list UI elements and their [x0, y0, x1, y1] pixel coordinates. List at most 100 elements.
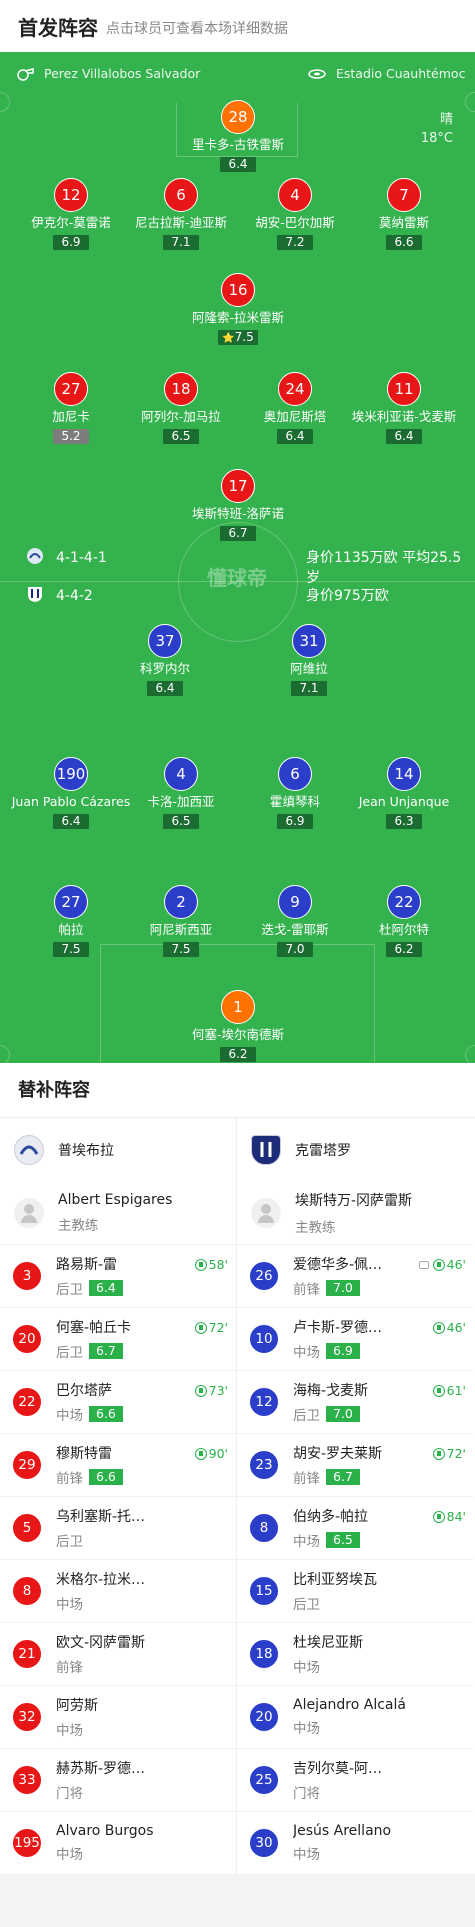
bench-player-rating: 6.6: [89, 1469, 123, 1485]
bench-player-name: Alvaro Burgos: [56, 1823, 154, 1839]
player-name: Jean Unjanque: [358, 794, 450, 809]
bench-player-number: 23: [249, 1450, 279, 1480]
bench-player-row[interactable]: 10 卢卡斯-罗德… 中场 6.9 46': [237, 1307, 474, 1370]
home-player[interactable]: 12 伊克尔-莫雷诺 6.9: [11, 178, 131, 250]
away-team-logo-icon: [251, 1135, 281, 1165]
sub-in-icon: [194, 1447, 207, 1460]
player-number-badge: 18: [164, 372, 198, 406]
away-player[interactable]: 2 阿尼斯西亚 7.5: [121, 885, 241, 957]
bench-player-rating: 6.7: [326, 1469, 360, 1485]
bench-player-name: 阿劳斯: [56, 1698, 98, 1714]
home-player[interactable]: 27 加尼卡 5.2: [11, 372, 131, 444]
bench-player-row[interactable]: 23 胡安-罗夫莱斯 前锋 6.7 72': [237, 1433, 474, 1496]
bench-player-row[interactable]: 21 欧文-冈萨雷斯 前锋: [0, 1622, 236, 1685]
bench-player-row[interactable]: 12 海梅-戈麦斯 后卫 7.0 61': [237, 1370, 474, 1433]
bench-player-meta: 中场 6.6: [56, 1404, 176, 1424]
player-number-badge: 31: [292, 624, 326, 658]
home-player[interactable]: 17 埃斯特班-洛萨诺 6.7: [178, 469, 298, 541]
player-name: 卡洛-加西亚: [147, 794, 215, 809]
player-name: 里卡多-古铁雷斯: [191, 137, 284, 152]
home-player[interactable]: 7 莫纳雷斯 6.6: [344, 178, 464, 250]
player-rating-value: 7.5: [234, 330, 254, 344]
bench-sub-minute: 46': [446, 1257, 466, 1272]
bench-player-row[interactable]: 22 巴尔塔萨 中场 6.6 73': [0, 1370, 236, 1433]
sub-in-icon: [432, 1258, 445, 1271]
home-player[interactable]: 18 阿列尔-加马拉 6.5: [121, 372, 241, 444]
bench-player-name: 胡安-罗夫莱斯: [293, 1446, 383, 1462]
home-player[interactable]: 4 胡安-巴尔加斯 7.2: [235, 178, 355, 250]
home-player[interactable]: 6 尼古拉斯-迪亚斯 7.1: [121, 178, 241, 250]
coach-avatar-icon: [251, 1198, 281, 1228]
away-team-name: 克雷塔罗: [295, 1143, 351, 1159]
bench-player-meta: 中场: [56, 1843, 176, 1863]
bench-sub-in: 46': [432, 1320, 466, 1335]
bench-player-row[interactable]: 20 Alejandro Alcalá 中场: [237, 1685, 474, 1748]
bench-player-row[interactable]: 26 爱德华多-佩… 前锋 7.0 46': [237, 1244, 474, 1307]
home-player[interactable]: 16 阿隆索-拉米雷斯 ⭐7.5: [178, 273, 298, 345]
away-player[interactable]: 37 科罗内尔 6.4: [105, 624, 225, 696]
bench-player-name: 何塞-帕丘卡: [56, 1320, 132, 1336]
away-coach[interactable]: 埃斯特万-冈萨雷斯 主教练: [237, 1182, 474, 1244]
player-number-badge: 11: [387, 372, 421, 406]
player-rating: 7.0: [277, 942, 313, 957]
bench-player-row[interactable]: 20 何塞-帕丘卡 后卫 6.7 72': [0, 1307, 236, 1370]
bench-player-row[interactable]: 8 伯纳多-帕拉 中场 6.5 84': [237, 1496, 474, 1559]
home-player[interactable]: 24 奥加尼斯塔 6.4: [235, 372, 355, 444]
bench-player-position: 中场: [56, 1408, 83, 1424]
home-coach[interactable]: Albert Espigares 主教练: [0, 1182, 236, 1244]
bench-player-row[interactable]: 15 比利亚努埃瓦 后卫: [237, 1559, 474, 1622]
bench-player-info: 穆斯特雷 前锋 6.6: [56, 1443, 176, 1487]
player-rating: 6.6: [386, 235, 422, 250]
bench-player-number: 15: [249, 1576, 279, 1606]
away-player[interactable]: 1 何塞-埃尔南德斯 6.2: [178, 990, 298, 1062]
player-rating: ⭐7.5: [218, 330, 258, 345]
weather-info: 晴 18°C: [421, 110, 453, 148]
away-player[interactable]: 9 迭戈-雷耶斯 7.0: [235, 885, 355, 957]
bench-player-number: 22: [12, 1387, 42, 1417]
away-player[interactable]: 27 帕拉 7.5: [11, 885, 131, 957]
bench-player-row[interactable]: 8 米格尔-拉米… 中场: [0, 1559, 236, 1622]
bench-player-row[interactable]: 18 杜埃尼亚斯 中场: [237, 1622, 474, 1685]
player-name: 阿尼斯西亚: [149, 922, 213, 937]
bench-player-meta: 中场 6.9: [293, 1341, 413, 1361]
bench-player-name: 比利亚努埃瓦: [293, 1572, 377, 1588]
bench-player-row[interactable]: 5 乌利塞斯-托… 后卫: [0, 1496, 236, 1559]
bench-player-row[interactable]: 30 Jesús Arellano 中场: [237, 1811, 474, 1874]
player-name: 莫纳雷斯: [378, 215, 429, 230]
away-player[interactable]: 4 卡洛-加西亚 6.5: [121, 757, 241, 829]
bench-player-row[interactable]: 32 阿劳斯 中场: [0, 1685, 236, 1748]
bench-player-row[interactable]: 25 吉列尔莫-阿… 门将: [237, 1748, 474, 1811]
temperature-text: 18°C: [420, 131, 453, 146]
bench-player-position: 门将: [293, 1786, 320, 1802]
bench-player-number: 33: [12, 1765, 42, 1795]
bench-player-number: 30: [249, 1828, 279, 1858]
bench-player-row[interactable]: 29 穆斯特雷 前锋 6.6 90': [0, 1433, 236, 1496]
away-player[interactable]: 14 Jean Unjanque 6.3: [344, 757, 464, 829]
player-name: 阿维拉: [290, 661, 328, 676]
stadium-info: Estadio Cuauhtémoc: [308, 66, 465, 81]
sub-in-icon: [194, 1258, 207, 1271]
player-rating: 6.9: [277, 814, 313, 829]
player-name: 尼古拉斯-迪亚斯: [134, 215, 227, 230]
whistle-icon: [16, 67, 34, 81]
home-team-logo-icon: [14, 1135, 44, 1165]
player-name: 奥加尼斯塔: [263, 409, 327, 424]
player-rating: 6.2: [220, 1047, 256, 1062]
bench-player-name: 穆斯特雷: [56, 1446, 112, 1462]
away-player[interactable]: 190 Juan Pablo Cázares 6.4: [11, 757, 131, 829]
away-team-row[interactable]: 克雷塔罗: [237, 1118, 474, 1182]
away-player[interactable]: 6 霍缜琴科 6.9: [235, 757, 355, 829]
player-number-badge: 24: [278, 372, 312, 406]
bench-player-row[interactable]: 3 路易斯-雷 后卫 6.4 58': [0, 1244, 236, 1307]
boot-icon: [418, 1260, 429, 1269]
bench-player-row[interactable]: 195 Alvaro Burgos 中场: [0, 1811, 236, 1874]
home-team-row[interactable]: 普埃布拉: [0, 1118, 236, 1182]
home-player[interactable]: 11 埃米利亚诺-戈麦斯 6.4: [344, 372, 464, 444]
home-player[interactable]: 28 里卡多-古铁雷斯 6.4: [178, 100, 298, 172]
away-player[interactable]: 31 阿维拉 7.1: [249, 624, 369, 696]
player-number-badge: 14: [387, 757, 421, 791]
bench-player-row[interactable]: 33 赫苏斯-罗德… 门将: [0, 1748, 236, 1811]
bench-player-position: 后卫: [293, 1408, 320, 1424]
away-player[interactable]: 22 杜阿尔特 6.2: [344, 885, 464, 957]
bench-sub-in: 72': [432, 1446, 466, 1461]
